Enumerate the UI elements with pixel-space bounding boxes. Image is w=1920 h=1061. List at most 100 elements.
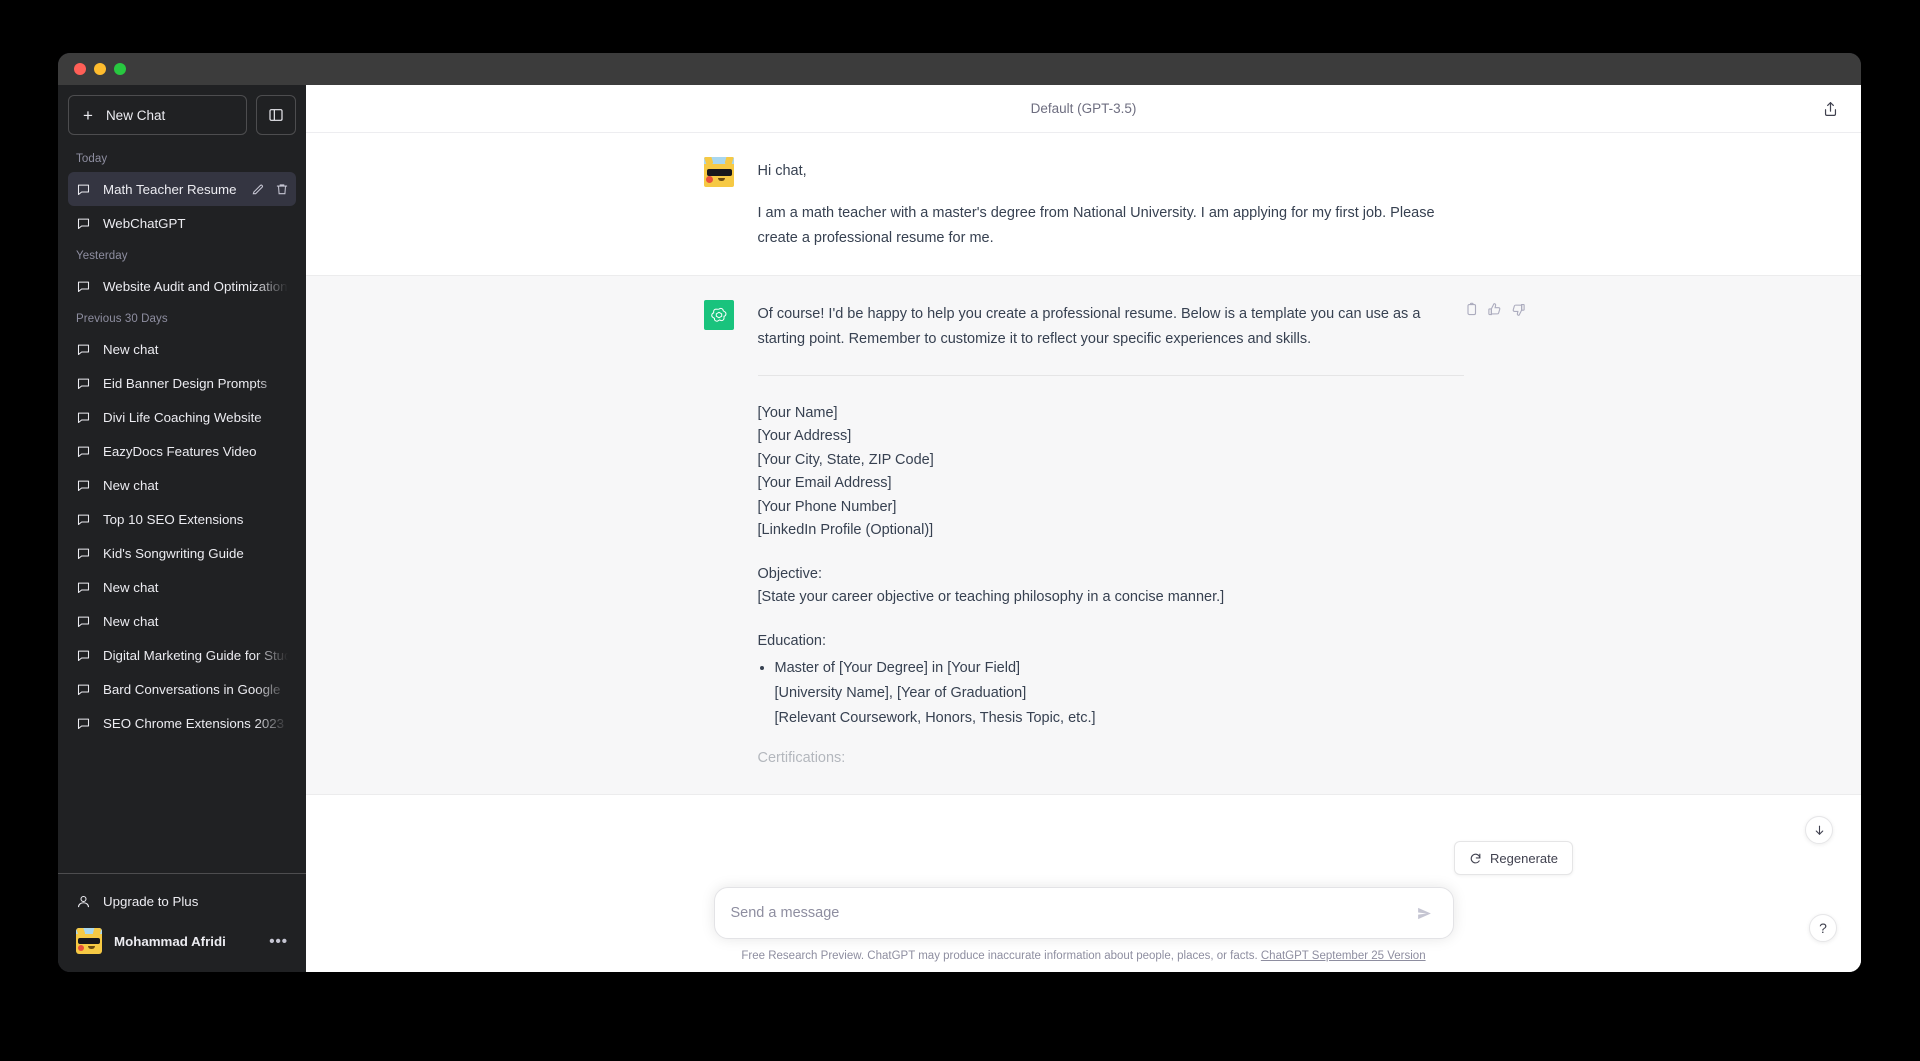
refresh-icon	[1470, 853, 1481, 863]
chat-group-label: Previous 30 Days	[76, 313, 168, 325]
share-upload-icon	[1824, 101, 1837, 116]
send-paper-plane-icon	[1417, 907, 1431, 919]
account-button[interactable]: Mohammad Afridi •••	[68, 920, 296, 962]
person-icon	[77, 895, 90, 907]
chat-history-item-label: New chat	[103, 477, 159, 493]
chat-history-item-label: WebChatGPT	[103, 215, 186, 231]
chat-bubble-icon	[77, 281, 90, 292]
footer-text: Free Research Preview. ChatGPT may produ…	[741, 950, 1258, 962]
chat-history-item[interactable]: Divi Life Coaching Website	[68, 400, 296, 434]
share-button[interactable]	[1822, 100, 1839, 117]
chat-bubble-icon	[77, 344, 90, 355]
new-chat-label: New Chat	[105, 107, 166, 123]
chat-history-item[interactable]: Website Audit and Optimization	[68, 269, 296, 303]
education-line-3: [Relevant Coursework, Honors, Thesis Top…	[774, 709, 1096, 726]
upgrade-to-plus-button[interactable]: Upgrade to Plus	[68, 882, 296, 920]
chat-bubble-icon	[77, 514, 90, 525]
education-line-2: [University Name], [Year of Graduation]	[774, 684, 1027, 701]
chat-bubble-icon	[77, 548, 90, 559]
cutoff-heading: Certifications:	[757, 749, 846, 766]
contact-line: [Your Address]	[757, 428, 852, 445]
chat-history-item-label: Kid's Songwriting Guide	[103, 545, 244, 561]
thumbs-up-icon[interactable]	[1487, 302, 1502, 317]
chat-bubble-icon	[77, 446, 90, 457]
chat-bubble-icon	[77, 412, 90, 423]
openai-logo-icon	[703, 299, 734, 330]
content-divider	[757, 374, 1464, 376]
chat-history-item[interactable]: Digital Marketing Guide for Students	[68, 638, 296, 672]
chat-history-item[interactable]: Bard Conversations in Google	[68, 672, 296, 706]
chat-history-item-label: New chat	[103, 579, 159, 595]
chat-history-item[interactable]: WebChatGPT	[68, 206, 296, 240]
chat-group-label: Yesterday	[76, 250, 128, 262]
user-message-body: Hi chat, I am a math teacher with a mast…	[758, 157, 1464, 251]
message-action-bar	[1463, 302, 1526, 317]
new-chat-button[interactable]: + New Chat	[68, 95, 247, 135]
contact-line: [Your Name]	[757, 404, 838, 421]
thumbs-down-icon[interactable]	[1511, 302, 1526, 317]
chat-history-item-label: Top 10 SEO Extensions	[103, 511, 244, 527]
education-line-1: Master of [Your Degree] in [Your Field]	[774, 660, 1021, 677]
pikachu-avatar	[703, 157, 734, 187]
chat-history-item-label: Digital Marketing Guide for Students	[103, 647, 288, 663]
chat-bubble-icon	[77, 184, 90, 195]
list-item: Master of [Your Degree] in [Your Field] …	[775, 656, 1464, 731]
chat-bubble-icon	[77, 718, 90, 729]
close-window-button[interactable]	[74, 63, 86, 75]
chat-bubble-icon	[77, 684, 90, 695]
help-button[interactable]: ?	[1809, 914, 1837, 942]
send-button[interactable]	[1412, 901, 1437, 926]
chat-history-item[interactable]: New chat	[68, 468, 296, 502]
help-label: ?	[1819, 920, 1827, 936]
education-heading: Education:	[757, 632, 827, 649]
composer-row	[306, 887, 1861, 939]
contact-line: [Your City, State, ZIP Code]	[757, 451, 934, 468]
chat-history-item[interactable]: Math Teacher Resume	[68, 172, 296, 206]
minimize-window-button[interactable]	[94, 63, 106, 75]
chat-history-item-label: Bard Conversations in Google	[103, 681, 281, 697]
contact-line: [Your Email Address]	[757, 475, 892, 492]
contact-block: [Your Name] [Your Address] [Your City, S…	[758, 402, 1464, 543]
objective-heading: Objective:	[757, 565, 822, 582]
education-heading-block: Education:	[758, 630, 1464, 653]
delete-icon[interactable]	[275, 182, 289, 196]
chat-bubble-icon	[77, 582, 90, 593]
user-paragraph-1: Hi chat,	[757, 163, 807, 179]
chat-history-item[interactable]: New chat	[68, 332, 296, 366]
chat-bubble-icon	[77, 218, 90, 229]
chat-history-item[interactable]: SEO Chrome Extensions 2023	[68, 706, 296, 740]
plus-icon: +	[83, 105, 93, 125]
chat-history-item[interactable]: EazyDocs Features Video	[68, 434, 296, 468]
maximize-window-button[interactable]	[114, 63, 126, 75]
chat-history-item-label: Website Audit and Optimization	[103, 278, 288, 294]
account-menu-icon[interactable]: •••	[269, 933, 288, 950]
version-link[interactable]: ChatGPT September 25 Version	[1261, 950, 1426, 962]
objective-text: [State your career objective or teaching…	[757, 589, 1225, 606]
chat-history-item-label: New chat	[103, 613, 159, 629]
chat-history-item-label: New chat	[103, 341, 159, 357]
upgrade-label: Upgrade to Plus	[103, 893, 199, 909]
openai-mark	[710, 307, 726, 322]
chat-bubble-icon	[77, 378, 90, 389]
chat-history-item[interactable]: Eid Banner Design Prompts	[68, 366, 296, 400]
chat-history-item-label: Eid Banner Design Prompts	[103, 375, 268, 391]
regenerate-button[interactable]: Regenerate	[1454, 841, 1573, 875]
chat-history-item[interactable]: Kid's Songwriting Guide	[68, 536, 296, 570]
chat-history-item[interactable]: Top 10 SEO Extensions	[68, 502, 296, 536]
chat-history-item-label: EazyDocs Features Video	[103, 443, 257, 459]
chat-history-item[interactable]: New chat	[68, 604, 296, 638]
assistant-intro-paragraph: Of course! I'd be happy to help you crea…	[757, 305, 1421, 347]
chat-bubble-icon	[77, 480, 90, 491]
footer-disclaimer: Free Research Preview. ChatGPT may produ…	[306, 939, 1861, 962]
window-titlebar	[58, 53, 1861, 85]
composer-box[interactable]	[713, 887, 1454, 939]
chat-history-list[interactable]: Today Math Teacher Resume WebChatGPT Yester…	[58, 143, 306, 873]
chat-history-item[interactable]: New chat	[68, 570, 296, 604]
edit-icon[interactable]	[251, 182, 265, 196]
education-bullet-list: Master of [Your Degree] in [Your Field] …	[758, 656, 1464, 731]
copy-icon[interactable]	[1463, 302, 1478, 317]
sidebar-toggle-button[interactable]	[256, 95, 296, 135]
message-input[interactable]	[730, 890, 1412, 936]
objective-block: Objective: [State your career objective …	[758, 563, 1464, 610]
scroll-to-bottom-button[interactable]	[1805, 816, 1833, 844]
